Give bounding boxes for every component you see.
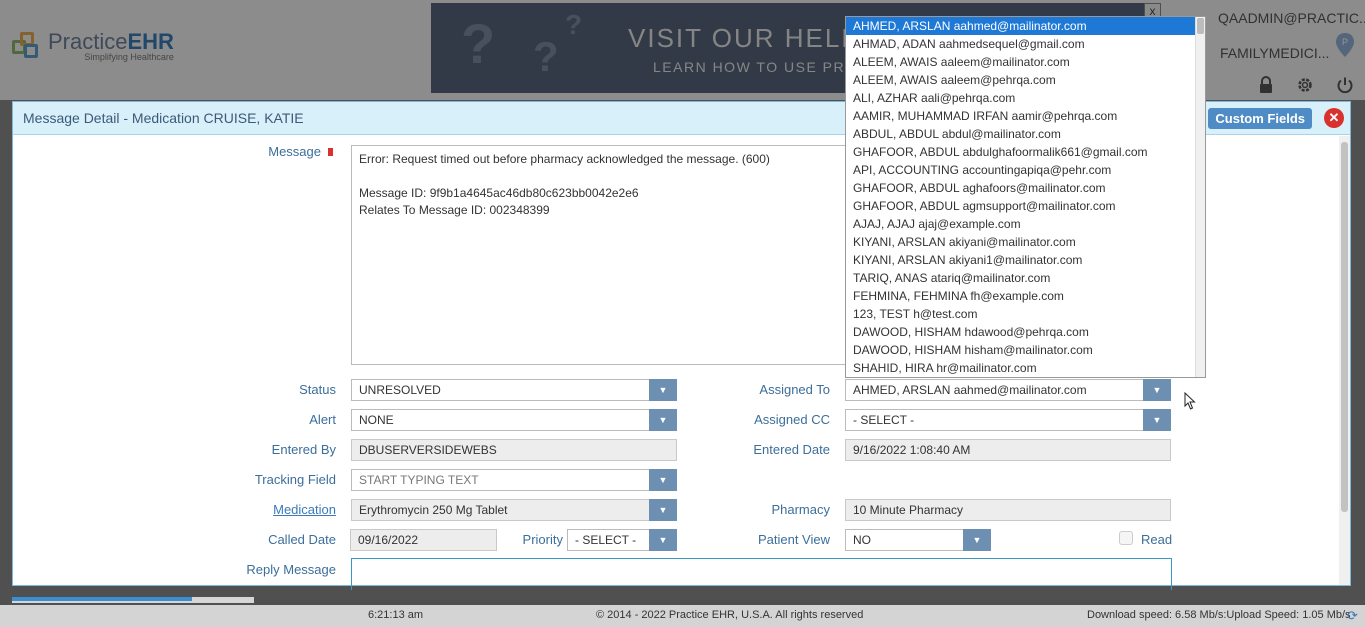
status-select[interactable]: UNRESOLVED ▼ bbox=[351, 379, 677, 401]
tracking-field-input[interactable]: START TYPING TEXT ▼ bbox=[351, 469, 677, 491]
dropdown-option[interactable]: AJAJ, AJAJ ajaj@example.com bbox=[846, 215, 1196, 233]
priority-select[interactable]: - SELECT - ▼ bbox=[567, 529, 677, 551]
clock-time: 6:21:13 am bbox=[368, 609, 424, 621]
dropdown-option[interactable]: ALI, AZHAR aali@pehrqa.com bbox=[846, 89, 1196, 107]
chevron-down-icon[interactable]: ▼ bbox=[963, 529, 991, 551]
dropdown-option[interactable]: FEHMINA, FEHMINA fh@example.com bbox=[846, 287, 1196, 305]
dropdown-option[interactable]: AHMED, ARSLAN aahmed@mailinator.com bbox=[846, 17, 1196, 35]
dropdown-option[interactable]: ABDUL, ABDUL abdul@mailinator.com bbox=[846, 125, 1196, 143]
required-indicator-icon bbox=[328, 148, 333, 156]
dialog-title: Message Detail - Medication CRUISE, KATI… bbox=[23, 110, 304, 126]
entered-date-label: Entered Date bbox=[753, 442, 830, 457]
chevron-down-icon[interactable]: ▼ bbox=[1143, 409, 1171, 431]
dropdown-option[interactable]: DAWOOD, HISHAM hdawood@pehrqa.com bbox=[846, 323, 1196, 341]
reply-message-textarea[interactable] bbox=[351, 558, 1172, 590]
dropdown-option[interactable]: TARIQ, ANAS atariq@mailinator.com bbox=[846, 269, 1196, 287]
refresh-icon[interactable]: ⟳ bbox=[1347, 609, 1361, 623]
dropdown-option[interactable]: KIYANI, ARSLAN akiyani@mailinator.com bbox=[846, 233, 1196, 251]
patient-view-select[interactable]: NO ▼ bbox=[845, 529, 991, 551]
tracking-field-label: Tracking Field bbox=[254, 472, 336, 487]
network-speed: Download speed: 6.58 Mb/s:Upload Speed: … bbox=[1087, 609, 1351, 621]
read-checkbox[interactable] bbox=[1119, 531, 1133, 545]
status-label: Status bbox=[299, 382, 336, 397]
priority-label: Priority bbox=[522, 532, 563, 547]
chevron-down-icon[interactable]: ▼ bbox=[649, 409, 677, 431]
dropdown-option[interactable]: API, ACCOUNTING accountingapiqa@pehr.com bbox=[846, 161, 1196, 179]
dropdown-option[interactable]: ALEEM, AWAIS aaleem@pehrqa.com bbox=[846, 71, 1196, 89]
chevron-down-icon[interactable]: ▼ bbox=[649, 529, 677, 551]
dropdown-option[interactable]: DAWOOD, HISHAM hisham@mailinator.com bbox=[846, 341, 1196, 359]
entered-date-field: 9/16/2022 1:08:40 AM bbox=[845, 439, 1171, 461]
reply-message-label: Reply Message bbox=[246, 562, 336, 577]
called-date-label: Called Date bbox=[268, 532, 336, 547]
dropdown-option[interactable]: GHAFOOR, ABDUL agmsupport@mailinator.com bbox=[846, 197, 1196, 215]
message-textarea[interactable]: Error: Request timed out before pharmacy… bbox=[351, 145, 849, 365]
assigned-cc-select[interactable]: - SELECT - ▼ bbox=[845, 409, 1171, 431]
dropdown-option[interactable]: AHMAD, ADAN aahmedsequel@gmail.com bbox=[846, 35, 1196, 53]
pharmacy-label: Pharmacy bbox=[771, 502, 830, 517]
dropdown-option[interactable]: KIYANI, ARSLAN akiyani1@mailinator.com bbox=[846, 251, 1196, 269]
close-icon[interactable]: ✕ bbox=[1324, 108, 1344, 128]
custom-fields-button[interactable]: Custom Fields bbox=[1208, 108, 1312, 129]
dropdown-option[interactable]: ALEEM, AWAIS aaleem@mailinator.com bbox=[846, 53, 1196, 71]
dropdown-option[interactable]: AAMIR, MUHAMMAD IRFAN aamir@pehrqa.com bbox=[846, 107, 1196, 125]
chevron-down-icon[interactable]: ▼ bbox=[649, 499, 677, 521]
mouse-cursor-icon bbox=[1184, 392, 1196, 410]
loading-progress-bar bbox=[12, 597, 254, 603]
dropdown-option[interactable]: SHAHID, HIRA hr@mailinator.com bbox=[846, 359, 1196, 377]
dialog-scrollbar[interactable] bbox=[1339, 136, 1350, 585]
assigned-to-select[interactable]: AHMED, ARSLAN aahmed@mailinator.com ▼ bbox=[845, 379, 1171, 401]
medication-link[interactable]: Medication bbox=[193, 502, 336, 517]
chevron-down-icon[interactable]: ▼ bbox=[1143, 379, 1171, 401]
patient-view-label: Patient View bbox=[757, 532, 830, 547]
assigned-to-dropdown-list[interactable]: AHMED, ARSLAN aahmed@mailinator.com AHMAD… bbox=[845, 16, 1206, 378]
assigned-to-label: Assigned To bbox=[759, 382, 830, 397]
alert-select[interactable]: NONE ▼ bbox=[351, 409, 677, 431]
chevron-down-icon[interactable]: ▼ bbox=[649, 469, 677, 491]
assigned-cc-label: Assigned CC bbox=[754, 412, 830, 427]
called-date-field[interactable]: 09/16/2022 bbox=[350, 529, 497, 551]
chevron-down-icon[interactable]: ▼ bbox=[649, 379, 677, 401]
dropdown-option[interactable]: GHAFOOR, ABDUL abdulghafoormalik661@gmai… bbox=[846, 143, 1196, 161]
dropdown-scrollbar[interactable] bbox=[1195, 17, 1205, 377]
dropdown-option[interactable]: GHAFOOR, ABDUL aghafoors@mailinator.com bbox=[846, 179, 1196, 197]
medication-select[interactable]: Erythromycin 250 Mg Tablet ▼ bbox=[351, 499, 677, 521]
alert-label: Alert bbox=[309, 412, 336, 427]
copyright-text: © 2014 - 2022 Practice EHR, U.S.A. All r… bbox=[596, 609, 864, 621]
entered-by-field: DBUSERVERSIDEWEBS bbox=[351, 439, 677, 461]
dropdown-option[interactable]: 123, TEST h@test.com bbox=[846, 305, 1196, 323]
entered-by-label: Entered By bbox=[271, 442, 336, 457]
message-label: Message bbox=[268, 144, 321, 159]
read-label: Read bbox=[1141, 532, 1173, 547]
pharmacy-field[interactable]: 10 Minute Pharmacy bbox=[845, 499, 1171, 521]
status-bar: 6:21:13 am © 2014 - 2022 Practice EHR, U… bbox=[0, 605, 1365, 627]
